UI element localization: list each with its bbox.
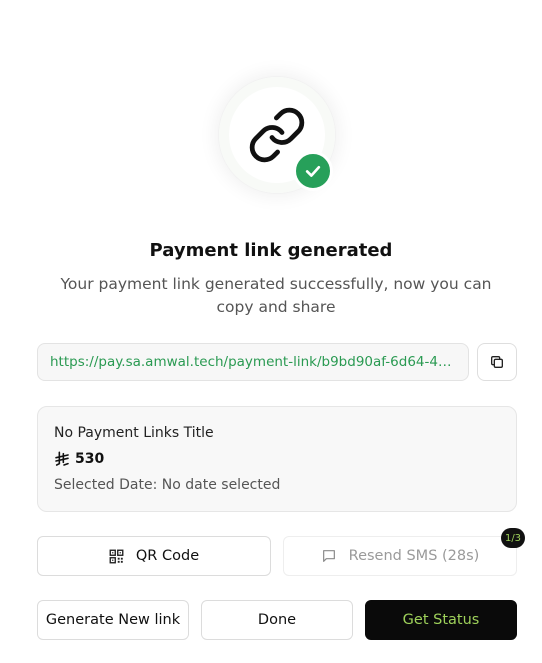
check-icon <box>305 165 321 177</box>
selected-date: Selected Date: No date selected <box>54 477 281 493</box>
get-status-button[interactable]: Get Status <box>365 600 517 640</box>
page-subtitle: Your payment link generated successfully… <box>60 275 492 316</box>
generate-new-link-button[interactable]: Generate New link <box>37 600 189 640</box>
qr-code-button[interactable]: QR Code <box>37 536 271 576</box>
page-title: Payment link generated <box>149 240 393 261</box>
message-icon <box>322 550 335 562</box>
success-badge <box>293 151 333 191</box>
payment-details-card: No Payment Links Title 530 Selected Date… <box>37 406 517 512</box>
payment-link-field[interactable]: https://pay.sa.amwal.tech/payment-link/b… <box>37 343 469 381</box>
payment-link-url[interactable]: https://pay.sa.amwal.tech/payment-link/b… <box>50 354 456 370</box>
copy-icon <box>491 356 503 368</box>
qr-code-icon <box>109 549 124 563</box>
resend-counter-badge: 1/3 <box>501 528 525 548</box>
copy-link-button[interactable] <box>477 343 517 381</box>
done-button[interactable]: Done <box>201 600 353 640</box>
riyal-symbol-icon <box>55 451 69 466</box>
payment-amount: 530 <box>75 451 105 467</box>
resend-sms-label: Resend SMS (28s) <box>348 548 480 564</box>
amount-row: 530 <box>54 451 104 467</box>
resend-sms-button[interactable]: Resend SMS (28s) <box>283 536 517 576</box>
qr-code-label: QR Code <box>135 548 200 564</box>
payment-link-title: No Payment Links Title <box>54 425 214 441</box>
